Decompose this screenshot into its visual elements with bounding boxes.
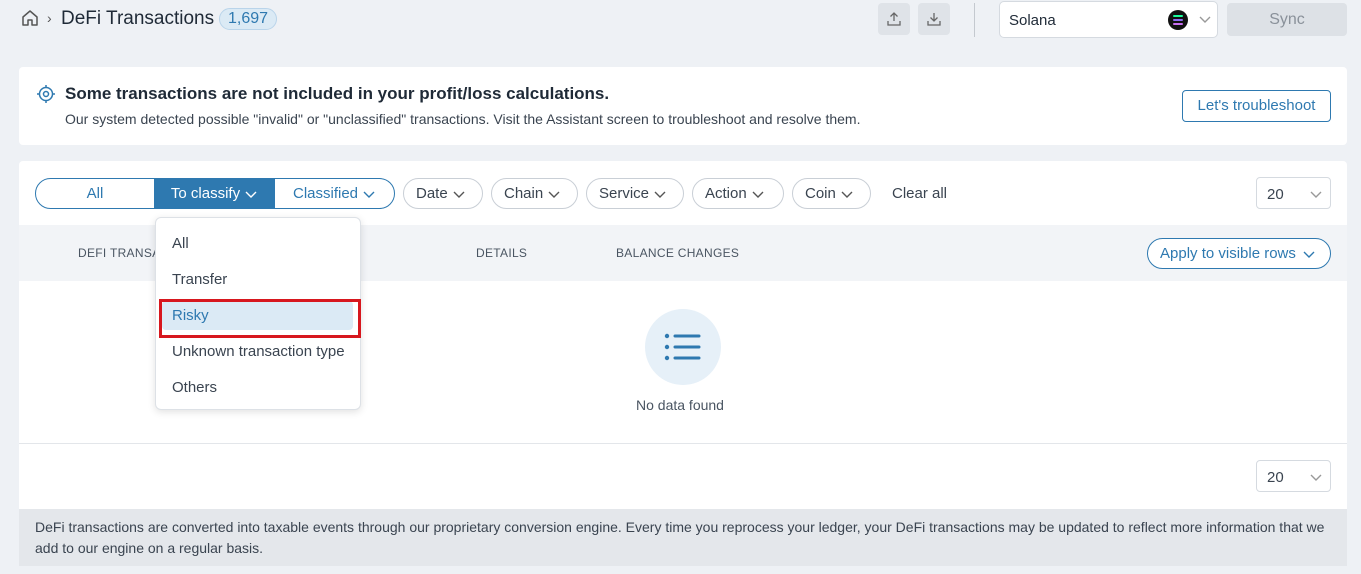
chevron-down-icon bbox=[1199, 16, 1211, 23]
top-bar: › DeFi Transactions 1,697 Solana Sync bbox=[0, 0, 1361, 40]
apply-to-visible-rows-label: Apply to visible rows bbox=[1160, 245, 1296, 262]
filter-chain[interactable]: Chain bbox=[491, 178, 578, 209]
empty-state-text: No data found bbox=[636, 397, 724, 413]
menu-item-transfer[interactable]: Transfer bbox=[172, 271, 227, 288]
chevron-down-icon bbox=[1310, 191, 1322, 198]
per-page-value: 20 bbox=[1267, 469, 1284, 486]
transaction-count-badge: 1,697 bbox=[219, 8, 278, 30]
segment-to-classify-label: To classify bbox=[170, 185, 241, 202]
column-header-balance-changes: BALANCE CHANGES bbox=[616, 246, 740, 260]
filter-date-label: Date bbox=[416, 185, 448, 202]
troubleshoot-button[interactable]: Let's troubleshoot bbox=[1182, 90, 1331, 122]
chevron-down-icon bbox=[1310, 474, 1322, 481]
chevron-down-icon bbox=[245, 191, 257, 199]
home-icon[interactable] bbox=[20, 8, 40, 28]
filter-action-label: Action bbox=[705, 185, 747, 202]
solana-logo bbox=[1168, 10, 1188, 30]
chevron-down-icon bbox=[548, 191, 560, 199]
chevron-down-icon bbox=[752, 191, 764, 199]
chain-select[interactable]: Solana bbox=[999, 1, 1218, 38]
empty-state-illustration bbox=[645, 309, 721, 385]
alert-title: Some transactions are not included in yo… bbox=[65, 84, 610, 103]
download-icon bbox=[927, 13, 941, 26]
footnote: DeFi transactions are converted into tax… bbox=[19, 509, 1347, 566]
chevron-down-icon bbox=[654, 191, 666, 199]
filter-coin[interactable]: Coin bbox=[792, 178, 871, 209]
column-header-details: DETAILS bbox=[476, 246, 528, 260]
per-page-select-bottom[interactable]: 20 bbox=[1256, 460, 1331, 492]
export-button[interactable] bbox=[878, 3, 910, 35]
breadcrumb-separator: › bbox=[47, 10, 52, 26]
per-page-value: 20 bbox=[1267, 186, 1284, 203]
chevron-down-icon bbox=[453, 191, 465, 199]
segment-all[interactable]: All bbox=[35, 178, 155, 209]
menu-item-unknown-transaction-type[interactable]: Unknown transaction type bbox=[172, 343, 345, 360]
menu-item-all[interactable]: All bbox=[172, 235, 189, 252]
divider bbox=[19, 443, 1347, 444]
alert-card: Some transactions are not included in yo… bbox=[19, 67, 1347, 145]
list-icon bbox=[664, 333, 701, 361]
focus-outline bbox=[159, 299, 361, 338]
filter-service[interactable]: Service bbox=[586, 178, 684, 209]
menu-item-others[interactable]: Others bbox=[172, 379, 217, 396]
segment-to-classify[interactable]: To classify bbox=[154, 178, 275, 209]
filter-date[interactable]: Date bbox=[403, 178, 483, 209]
target-icon bbox=[37, 85, 55, 103]
segment-classified-label: Classified bbox=[292, 185, 359, 202]
chevron-down-icon bbox=[1303, 251, 1315, 259]
filter-action[interactable]: Action bbox=[692, 178, 784, 209]
upload-icon bbox=[887, 12, 901, 26]
clear-all-button[interactable]: Clear all bbox=[892, 185, 947, 202]
page-title: DeFi Transactions bbox=[61, 8, 215, 29]
segment-classified[interactable]: Classified bbox=[274, 178, 395, 209]
column-header-defi: DEFI TRANSA bbox=[78, 246, 161, 260]
sync-button[interactable]: Sync bbox=[1227, 3, 1347, 36]
segment-all-label: All bbox=[86, 185, 104, 202]
filter-coin-label: Coin bbox=[805, 185, 836, 202]
chevron-down-icon bbox=[841, 191, 853, 199]
filter-service-label: Service bbox=[599, 185, 650, 202]
per-page-select-top[interactable]: 20 bbox=[1256, 177, 1331, 209]
chevron-down-icon bbox=[363, 191, 375, 199]
import-button[interactable] bbox=[918, 3, 950, 35]
apply-to-visible-rows-button[interactable]: Apply to visible rows bbox=[1147, 238, 1331, 269]
alert-text: Our system detected possible "invalid" o… bbox=[65, 111, 861, 127]
header-divider bbox=[974, 3, 975, 37]
chain-select-value: Solana bbox=[1009, 12, 1056, 29]
filter-chain-label: Chain bbox=[504, 185, 544, 202]
